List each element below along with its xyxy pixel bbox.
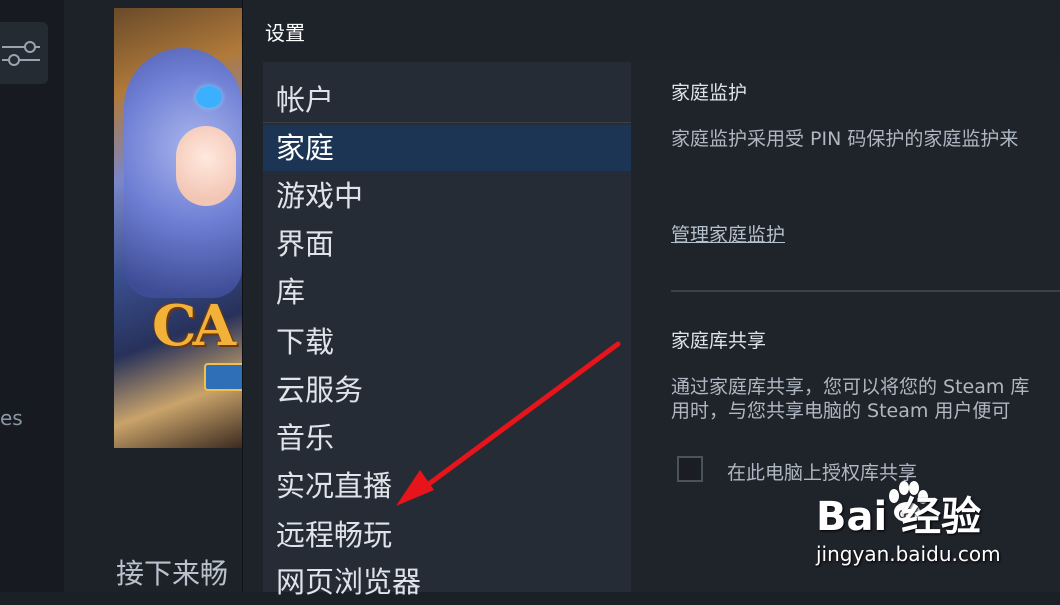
nav-item-in-game[interactable]: 游戏中	[263, 173, 631, 219]
sidebar-text-fragment: es	[0, 406, 23, 430]
family-view-description: 家庭监护采用受 PIN 码保护的家庭监护来	[671, 128, 1019, 150]
watermark-url: jingyan.baidu.com	[816, 542, 1001, 566]
nav-item-account[interactable]: 帐户	[263, 77, 631, 123]
cover-game-logo: CA	[152, 293, 236, 359]
settings-title: 设置	[265, 21, 305, 45]
watermark-logo-text: Bai 经验	[816, 494, 982, 540]
family-view-title: 家庭监护	[671, 82, 748, 104]
nav-item-cloud[interactable]: 云服务	[263, 367, 631, 413]
cover-gem	[196, 86, 222, 108]
nav-item-downloads[interactable]: 下载	[263, 319, 631, 365]
nav-item-music[interactable]: 音乐	[263, 415, 631, 461]
nav-item-library[interactable]: 库	[263, 269, 631, 315]
nav-item-remote-play[interactable]: 远程畅玩	[263, 512, 631, 558]
library-sharing-title: 家庭库共享	[671, 330, 767, 352]
baidu-watermark: du Bai 经验 jingyan.baidu.com	[812, 478, 1052, 578]
cover-banner	[204, 363, 242, 391]
library-section-heading: 接下来畅	[116, 557, 229, 590]
manage-family-view-link[interactable]: 管理家庭监护	[671, 220, 785, 247]
nav-item-interface[interactable]: 界面	[263, 221, 631, 267]
nav-item-family[interactable]: 家庭	[263, 125, 631, 171]
library-sharing-description-1: 通过家庭库共享，您可以将您的 Steam 库	[671, 376, 1030, 398]
settings-nav: 帐户 家庭 游戏中 界面 库 下载 云服务 音乐 实况直播 远程畅玩 网页浏览器	[263, 62, 631, 599]
filter-button[interactable]	[0, 22, 48, 84]
authorize-library-sharing-checkbox[interactable]	[677, 456, 703, 482]
nav-item-web-browser[interactable]: 网页浏览器	[263, 559, 631, 605]
section-divider	[671, 290, 1060, 292]
cover-character-face	[176, 126, 236, 206]
sliders-icon	[2, 41, 40, 66]
nav-divider	[263, 122, 631, 123]
library-sidebar: es	[0, 0, 65, 592]
library-sharing-description-2: 用时，与您共享电脑的 Steam 用户便可	[671, 400, 1011, 422]
nav-item-broadcast[interactable]: 实况直播	[263, 463, 631, 509]
settings-titlebar[interactable]: 设置	[243, 0, 1060, 60]
game-cover-image[interactable]: CA	[114, 8, 242, 448]
